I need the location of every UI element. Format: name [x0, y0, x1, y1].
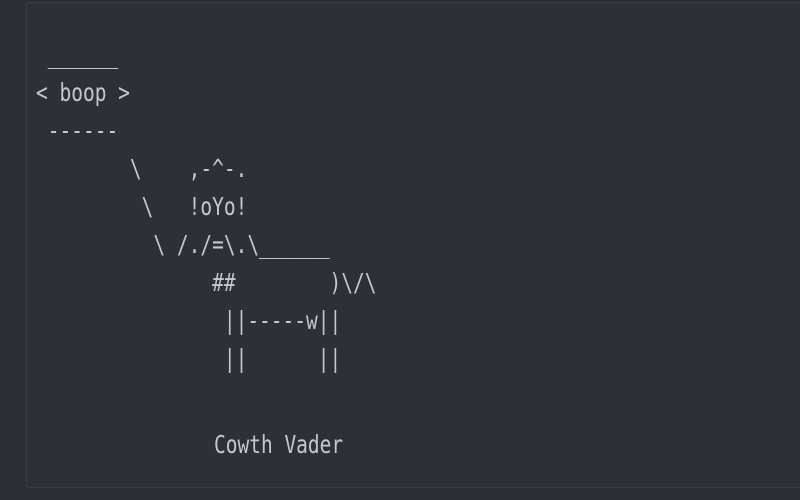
- ascii-art-caption: Cowth Vader: [214, 430, 344, 459]
- cowsay-ascii-art: ______ < boop > ------ \ ,-^-. \ !oYo! \…: [36, 40, 377, 373]
- terminal-window: ______ < boop > ------ \ ,-^-. \ !oYo! \…: [0, 0, 800, 500]
